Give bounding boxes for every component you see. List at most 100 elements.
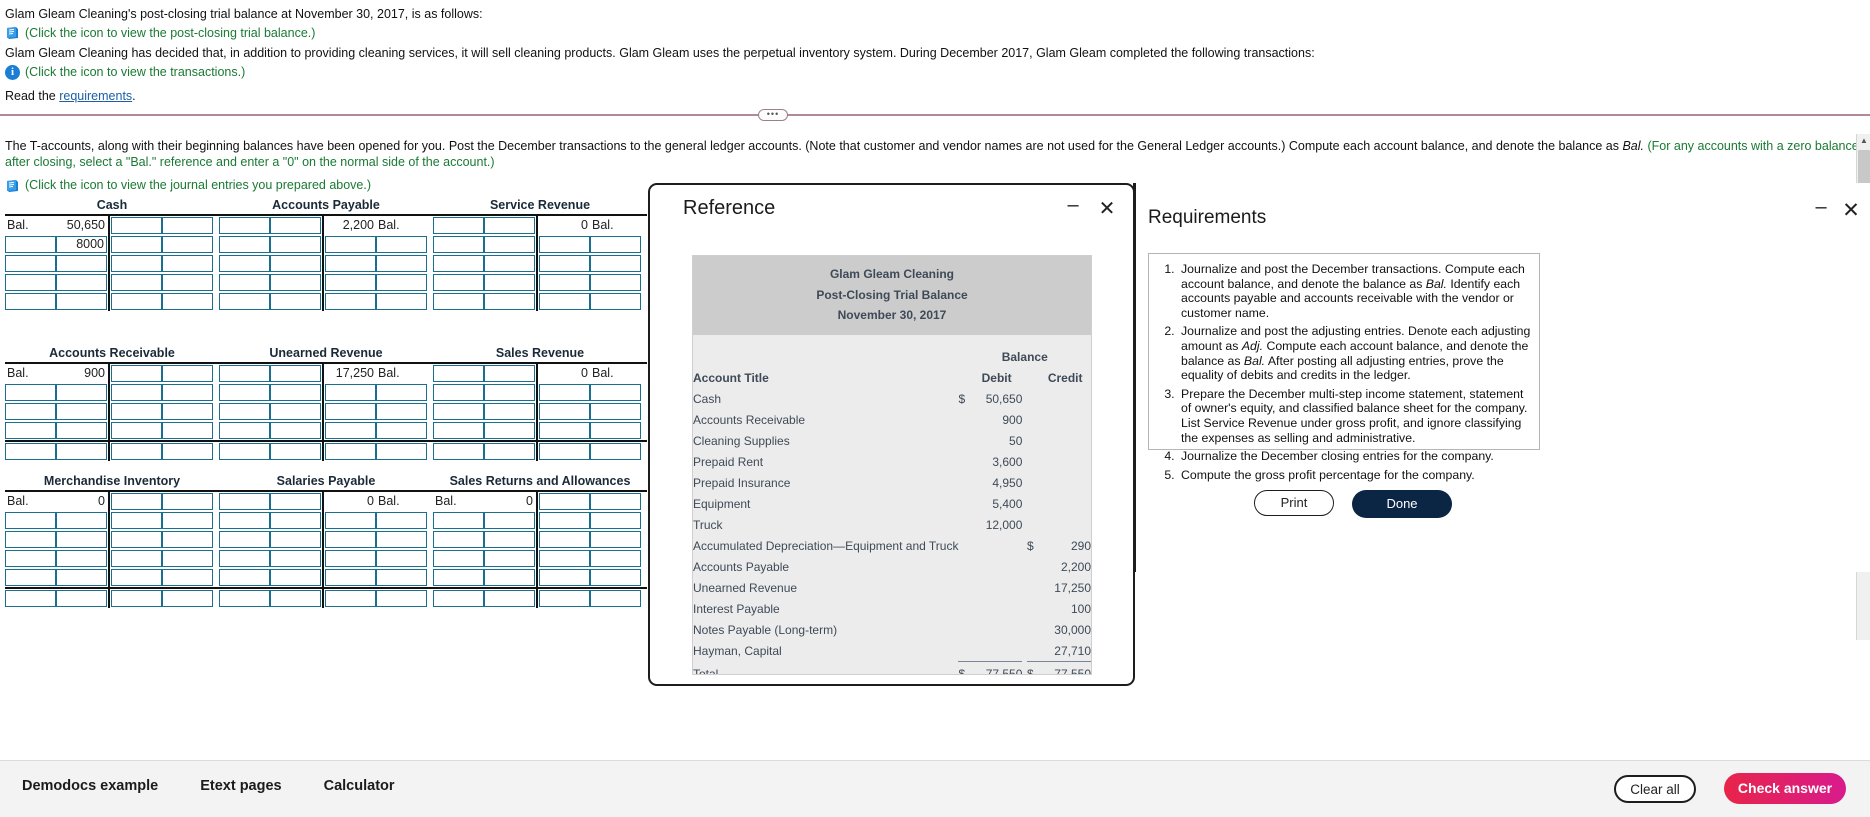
- t-account-ref-input[interactable]: [219, 550, 270, 567]
- t-account-ref-input[interactable]: [162, 236, 213, 253]
- t-account-amount-input[interactable]: [111, 293, 162, 310]
- t-account-ref-input[interactable]: [219, 569, 270, 586]
- t-account-amount-input[interactable]: [325, 422, 376, 439]
- t-account-ref-input[interactable]: [376, 384, 427, 401]
- t-account-ref-input[interactable]: [5, 384, 56, 401]
- clear-all-button[interactable]: Clear all: [1614, 774, 1696, 803]
- t-account-amount-input[interactable]: [484, 531, 535, 548]
- t-account-ref-input[interactable]: [219, 403, 270, 420]
- t-account-ref-input[interactable]: [376, 422, 427, 439]
- t-account-amount-input[interactable]: [325, 590, 376, 607]
- t-account-ref-input[interactable]: [219, 217, 270, 234]
- t-account-amount-input[interactable]: [56, 590, 107, 607]
- transactions-link-row[interactable]: i (Click the icon to view the transactio…: [5, 62, 1862, 82]
- t-account-ref-input[interactable]: [433, 236, 484, 253]
- t-account-ref-input[interactable]: [162, 403, 213, 420]
- t-account-ref-input[interactable]: [5, 512, 56, 529]
- journal-entries-link-label[interactable]: (Click the icon to view the journal entr…: [25, 178, 371, 194]
- t-account-amount-input[interactable]: [325, 569, 376, 586]
- t-account-amount-input[interactable]: [56, 531, 107, 548]
- t-account-ref-input[interactable]: [376, 403, 427, 420]
- t-account-ref-input[interactable]: [219, 274, 270, 291]
- t-account-ref-input[interactable]: [219, 255, 270, 272]
- t-account-amount-input[interactable]: [111, 443, 162, 460]
- t-account-ref-input[interactable]: [590, 255, 641, 272]
- t-account-ref-input[interactable]: [433, 512, 484, 529]
- toolbar-link-calculator[interactable]: Calculator: [324, 778, 395, 794]
- t-account-ref-input[interactable]: [162, 217, 213, 234]
- t-account-ref-input[interactable]: [5, 403, 56, 420]
- t-account-amount-input[interactable]: [325, 512, 376, 529]
- t-account-ref-input[interactable]: [590, 550, 641, 567]
- t-account-ref-input[interactable]: [162, 422, 213, 439]
- t-account-amount-input[interactable]: [270, 365, 321, 382]
- t-account-amount-input[interactable]: [56, 550, 107, 567]
- t-account-ref-input[interactable]: [433, 569, 484, 586]
- t-account-ref-input[interactable]: [433, 550, 484, 567]
- t-account-ref-input[interactable]: [433, 590, 484, 607]
- t-account-amount-input[interactable]: [539, 493, 590, 510]
- t-account-amount-input[interactable]: [484, 512, 535, 529]
- t-account-ref-input[interactable]: [162, 255, 213, 272]
- t-account-amount-input[interactable]: [325, 255, 376, 272]
- t-account-amount-input[interactable]: [539, 422, 590, 439]
- t-account-ref-input[interactable]: [219, 384, 270, 401]
- t-account-amount-input[interactable]: [270, 531, 321, 548]
- t-account-amount-input[interactable]: [270, 590, 321, 607]
- t-account-amount-input[interactable]: [325, 293, 376, 310]
- done-button[interactable]: Done: [1352, 490, 1452, 518]
- t-account-amount-input[interactable]: [111, 550, 162, 567]
- t-account-ref-input[interactable]: [433, 255, 484, 272]
- t-account-amount-input[interactable]: [539, 550, 590, 567]
- t-account-ref-input[interactable]: [433, 422, 484, 439]
- t-account-ref-input[interactable]: [590, 443, 641, 460]
- t-account-amount-input[interactable]: [539, 443, 590, 460]
- print-button[interactable]: Print: [1254, 490, 1334, 516]
- t-account-amount-input[interactable]: [111, 590, 162, 607]
- t-account-ref-input[interactable]: [219, 531, 270, 548]
- t-account-ref-input[interactable]: [376, 443, 427, 460]
- t-account-amount-input[interactable]: [270, 255, 321, 272]
- t-account-amount-input[interactable]: [325, 443, 376, 460]
- t-account-amount-input[interactable]: [325, 403, 376, 420]
- t-account-amount-input[interactable]: [56, 255, 107, 272]
- t-account-amount-input[interactable]: [56, 403, 107, 420]
- t-account-ref-input[interactable]: [162, 550, 213, 567]
- t-account-amount-input[interactable]: [484, 569, 535, 586]
- t-account-amount-input[interactable]: [111, 274, 162, 291]
- t-account-amount-input[interactable]: [484, 550, 535, 567]
- t-account-amount-input[interactable]: [539, 255, 590, 272]
- t-account-ref-input[interactable]: [590, 274, 641, 291]
- t-account-ref-input[interactable]: [219, 512, 270, 529]
- t-account-amount-input[interactable]: [270, 384, 321, 401]
- t-account-ref-input[interactable]: [162, 365, 213, 382]
- t-account-ref-input[interactable]: [590, 569, 641, 586]
- reference-dialog-titlebar[interactable]: Reference – ✕: [650, 185, 1133, 237]
- requirements-close-icon[interactable]: ✕: [1838, 199, 1864, 225]
- t-account-amount-input[interactable]: [56, 422, 107, 439]
- t-account-amount-input[interactable]: [484, 365, 535, 382]
- t-account-ref-input[interactable]: [590, 236, 641, 253]
- t-account-ref-input[interactable]: [590, 590, 641, 607]
- trial-balance-link-row[interactable]: (Click the icon to view the post-closing…: [5, 24, 1862, 44]
- t-account-ref-input[interactable]: [376, 255, 427, 272]
- t-account-amount-input[interactable]: [484, 403, 535, 420]
- t-account-ref-input[interactable]: [376, 531, 427, 548]
- t-account-ref-input[interactable]: [590, 493, 641, 510]
- t-account-amount-input[interactable]: [539, 293, 590, 310]
- t-account-amount-input[interactable]: [111, 365, 162, 382]
- t-account-ref-input[interactable]: [5, 236, 56, 253]
- t-account-ref-input[interactable]: [162, 569, 213, 586]
- t-account-ref-input[interactable]: [376, 590, 427, 607]
- t-account-amount-input[interactable]: [325, 550, 376, 567]
- t-account-ref-input[interactable]: [5, 422, 56, 439]
- t-account-amount-input[interactable]: [484, 255, 535, 272]
- t-account-amount-input[interactable]: [270, 236, 321, 253]
- t-account-ref-input[interactable]: [376, 293, 427, 310]
- t-account-ref-input[interactable]: [433, 384, 484, 401]
- check-answer-button[interactable]: Check answer: [1724, 773, 1846, 804]
- t-account-amount-input[interactable]: [539, 531, 590, 548]
- reference-close-icon[interactable]: ✕: [1095, 198, 1119, 222]
- reference-minimize-icon[interactable]: –: [1061, 195, 1085, 222]
- t-account-ref-input[interactable]: [433, 217, 484, 234]
